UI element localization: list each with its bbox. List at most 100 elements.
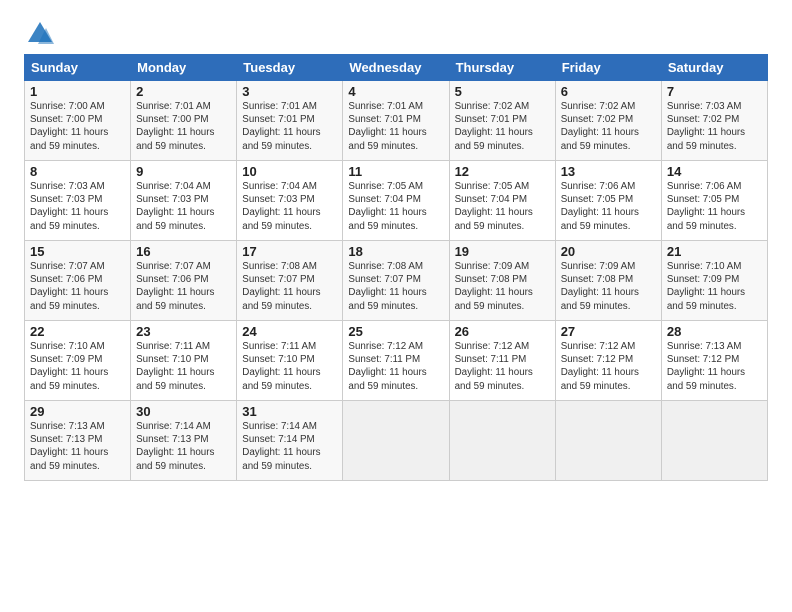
day-number: 29 xyxy=(30,404,125,419)
day-number: 20 xyxy=(561,244,656,259)
day-number: 5 xyxy=(455,84,550,99)
day-info: Sunrise: 7:04 AMSunset: 7:03 PMDaylight:… xyxy=(136,181,214,232)
calendar-cell: 6 Sunrise: 7:02 AMSunset: 7:02 PMDayligh… xyxy=(555,81,661,161)
calendar-cell xyxy=(343,401,449,481)
col-header-friday: Friday xyxy=(555,55,661,81)
day-number: 17 xyxy=(242,244,337,259)
day-number: 10 xyxy=(242,164,337,179)
day-info: Sunrise: 7:09 AMSunset: 7:08 PMDaylight:… xyxy=(455,261,533,312)
day-info: Sunrise: 7:13 AMSunset: 7:13 PMDaylight:… xyxy=(30,421,108,472)
day-number: 19 xyxy=(455,244,550,259)
calendar-cell xyxy=(661,401,767,481)
day-number: 9 xyxy=(136,164,231,179)
calendar-header-row: SundayMondayTuesdayWednesdayThursdayFrid… xyxy=(25,55,768,81)
day-info: Sunrise: 7:10 AMSunset: 7:09 PMDaylight:… xyxy=(667,261,745,312)
day-info: Sunrise: 7:01 AMSunset: 7:01 PMDaylight:… xyxy=(242,101,320,152)
day-info: Sunrise: 7:08 AMSunset: 7:07 PMDaylight:… xyxy=(348,261,426,312)
day-number: 8 xyxy=(30,164,125,179)
day-number: 25 xyxy=(348,324,443,339)
calendar-cell: 24 Sunrise: 7:11 AMSunset: 7:10 PMDaylig… xyxy=(237,321,343,401)
day-info: Sunrise: 7:12 AMSunset: 7:12 PMDaylight:… xyxy=(561,341,639,392)
day-info: Sunrise: 7:11 AMSunset: 7:10 PMDaylight:… xyxy=(136,341,214,392)
day-number: 16 xyxy=(136,244,231,259)
calendar-cell: 10 Sunrise: 7:04 AMSunset: 7:03 PMDaylig… xyxy=(237,161,343,241)
day-info: Sunrise: 7:06 AMSunset: 7:05 PMDaylight:… xyxy=(561,181,639,232)
day-number: 13 xyxy=(561,164,656,179)
day-info: Sunrise: 7:02 AMSunset: 7:02 PMDaylight:… xyxy=(561,101,639,152)
col-header-monday: Monday xyxy=(131,55,237,81)
day-number: 21 xyxy=(667,244,762,259)
day-number: 6 xyxy=(561,84,656,99)
day-number: 11 xyxy=(348,164,443,179)
calendar-cell: 11 Sunrise: 7:05 AMSunset: 7:04 PMDaylig… xyxy=(343,161,449,241)
calendar-week-row: 22 Sunrise: 7:10 AMSunset: 7:09 PMDaylig… xyxy=(25,321,768,401)
calendar-cell: 1 Sunrise: 7:00 AMSunset: 7:00 PMDayligh… xyxy=(25,81,131,161)
day-info: Sunrise: 7:12 AMSunset: 7:11 PMDaylight:… xyxy=(455,341,533,392)
day-number: 31 xyxy=(242,404,337,419)
day-number: 27 xyxy=(561,324,656,339)
calendar-cell: 7 Sunrise: 7:03 AMSunset: 7:02 PMDayligh… xyxy=(661,81,767,161)
day-number: 30 xyxy=(136,404,231,419)
calendar-cell: 13 Sunrise: 7:06 AMSunset: 7:05 PMDaylig… xyxy=(555,161,661,241)
calendar-cell: 9 Sunrise: 7:04 AMSunset: 7:03 PMDayligh… xyxy=(131,161,237,241)
day-info: Sunrise: 7:05 AMSunset: 7:04 PMDaylight:… xyxy=(348,181,426,232)
calendar-cell: 2 Sunrise: 7:01 AMSunset: 7:00 PMDayligh… xyxy=(131,81,237,161)
col-header-thursday: Thursday xyxy=(449,55,555,81)
calendar-cell: 26 Sunrise: 7:12 AMSunset: 7:11 PMDaylig… xyxy=(449,321,555,401)
day-number: 2 xyxy=(136,84,231,99)
day-number: 24 xyxy=(242,324,337,339)
day-number: 3 xyxy=(242,84,337,99)
day-info: Sunrise: 7:05 AMSunset: 7:04 PMDaylight:… xyxy=(455,181,533,232)
calendar-cell: 17 Sunrise: 7:08 AMSunset: 7:07 PMDaylig… xyxy=(237,241,343,321)
logo xyxy=(24,20,54,48)
day-info: Sunrise: 7:14 AMSunset: 7:14 PMDaylight:… xyxy=(242,421,320,472)
col-header-sunday: Sunday xyxy=(25,55,131,81)
day-info: Sunrise: 7:14 AMSunset: 7:13 PMDaylight:… xyxy=(136,421,214,472)
day-info: Sunrise: 7:12 AMSunset: 7:11 PMDaylight:… xyxy=(348,341,426,392)
calendar-week-row: 8 Sunrise: 7:03 AMSunset: 7:03 PMDayligh… xyxy=(25,161,768,241)
calendar-cell: 16 Sunrise: 7:07 AMSunset: 7:06 PMDaylig… xyxy=(131,241,237,321)
calendar-cell: 5 Sunrise: 7:02 AMSunset: 7:01 PMDayligh… xyxy=(449,81,555,161)
col-header-wednesday: Wednesday xyxy=(343,55,449,81)
day-number: 28 xyxy=(667,324,762,339)
day-number: 15 xyxy=(30,244,125,259)
day-info: Sunrise: 7:02 AMSunset: 7:01 PMDaylight:… xyxy=(455,101,533,152)
day-info: Sunrise: 7:09 AMSunset: 7:08 PMDaylight:… xyxy=(561,261,639,312)
calendar-cell: 18 Sunrise: 7:08 AMSunset: 7:07 PMDaylig… xyxy=(343,241,449,321)
calendar-cell: 15 Sunrise: 7:07 AMSunset: 7:06 PMDaylig… xyxy=(25,241,131,321)
page-header xyxy=(24,20,768,48)
calendar-cell: 22 Sunrise: 7:10 AMSunset: 7:09 PMDaylig… xyxy=(25,321,131,401)
day-info: Sunrise: 7:08 AMSunset: 7:07 PMDaylight:… xyxy=(242,261,320,312)
day-info: Sunrise: 7:11 AMSunset: 7:10 PMDaylight:… xyxy=(242,341,320,392)
day-number: 7 xyxy=(667,84,762,99)
calendar-cell: 31 Sunrise: 7:14 AMSunset: 7:14 PMDaylig… xyxy=(237,401,343,481)
day-number: 18 xyxy=(348,244,443,259)
calendar-cell: 25 Sunrise: 7:12 AMSunset: 7:11 PMDaylig… xyxy=(343,321,449,401)
day-info: Sunrise: 7:03 AMSunset: 7:02 PMDaylight:… xyxy=(667,101,745,152)
col-header-tuesday: Tuesday xyxy=(237,55,343,81)
calendar-cell: 23 Sunrise: 7:11 AMSunset: 7:10 PMDaylig… xyxy=(131,321,237,401)
day-info: Sunrise: 7:10 AMSunset: 7:09 PMDaylight:… xyxy=(30,341,108,392)
calendar-cell xyxy=(449,401,555,481)
calendar-cell: 19 Sunrise: 7:09 AMSunset: 7:08 PMDaylig… xyxy=(449,241,555,321)
calendar-week-row: 29 Sunrise: 7:13 AMSunset: 7:13 PMDaylig… xyxy=(25,401,768,481)
day-info: Sunrise: 7:04 AMSunset: 7:03 PMDaylight:… xyxy=(242,181,320,232)
calendar-cell xyxy=(555,401,661,481)
calendar-cell: 8 Sunrise: 7:03 AMSunset: 7:03 PMDayligh… xyxy=(25,161,131,241)
calendar-cell: 28 Sunrise: 7:13 AMSunset: 7:12 PMDaylig… xyxy=(661,321,767,401)
calendar-week-row: 15 Sunrise: 7:07 AMSunset: 7:06 PMDaylig… xyxy=(25,241,768,321)
calendar-cell: 3 Sunrise: 7:01 AMSunset: 7:01 PMDayligh… xyxy=(237,81,343,161)
calendar-cell: 12 Sunrise: 7:05 AMSunset: 7:04 PMDaylig… xyxy=(449,161,555,241)
day-number: 14 xyxy=(667,164,762,179)
day-number: 1 xyxy=(30,84,125,99)
calendar-cell: 29 Sunrise: 7:13 AMSunset: 7:13 PMDaylig… xyxy=(25,401,131,481)
calendar-table: SundayMondayTuesdayWednesdayThursdayFrid… xyxy=(24,54,768,481)
day-info: Sunrise: 7:06 AMSunset: 7:05 PMDaylight:… xyxy=(667,181,745,232)
day-number: 26 xyxy=(455,324,550,339)
calendar-cell: 4 Sunrise: 7:01 AMSunset: 7:01 PMDayligh… xyxy=(343,81,449,161)
day-info: Sunrise: 7:03 AMSunset: 7:03 PMDaylight:… xyxy=(30,181,108,232)
day-info: Sunrise: 7:01 AMSunset: 7:01 PMDaylight:… xyxy=(348,101,426,152)
calendar-week-row: 1 Sunrise: 7:00 AMSunset: 7:00 PMDayligh… xyxy=(25,81,768,161)
day-info: Sunrise: 7:00 AMSunset: 7:00 PMDaylight:… xyxy=(30,101,108,152)
calendar-cell: 21 Sunrise: 7:10 AMSunset: 7:09 PMDaylig… xyxy=(661,241,767,321)
